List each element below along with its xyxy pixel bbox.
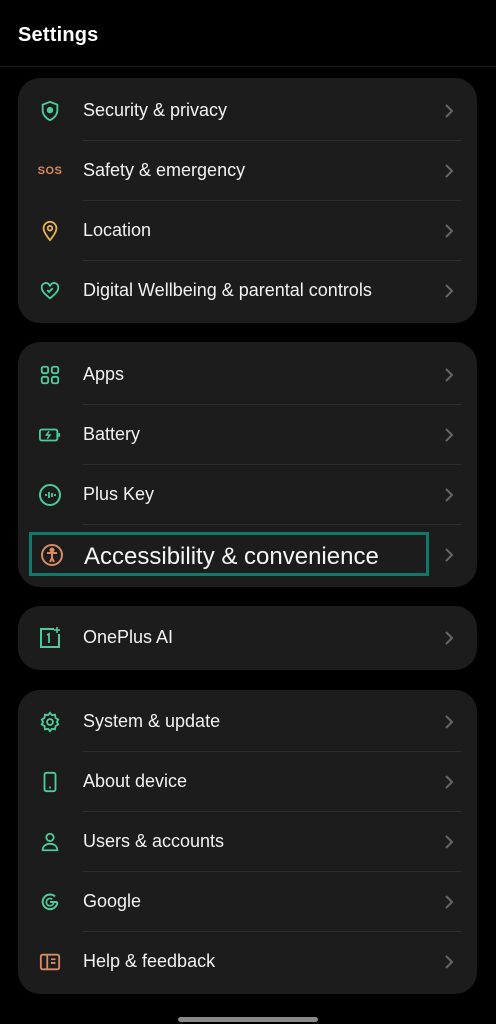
user-icon [38,830,62,854]
chevron-right-icon [445,368,454,382]
item-label: Battery [83,424,141,444]
shield-icon [38,99,62,123]
chevron-right-icon [445,224,454,238]
location-pin-icon [38,219,62,243]
chevron-right-icon [445,284,454,298]
battery-icon [38,423,62,447]
chevron-right-icon [445,895,454,909]
chevron-right-icon [445,428,454,442]
settings-item-oneplus-ai[interactable]: OnePlus AI [18,608,477,668]
settings-item-system-update[interactable]: System & update [18,692,477,752]
home-indicator[interactable] [178,1017,318,1022]
top-bar: Settings [0,0,496,67]
settings-item-location[interactable]: Location [18,201,477,261]
page-title: Settings [18,24,99,46]
settings-item-safety-emergency[interactable]: SOS Safety & emergency [18,141,477,201]
google-icon [38,890,62,914]
oneplus-ai-icon [38,626,62,650]
accessibility-icon [41,544,63,566]
chevron-right-icon [445,104,454,118]
chevron-right-icon [445,164,454,178]
chevron-right-icon [445,775,454,789]
settings-item-digital-wellbeing[interactable]: Digital Wellbeing & parental controls [18,261,477,321]
item-label: Safety & emergency [83,160,246,180]
settings-item-about-device[interactable]: About device [18,752,477,812]
settings-item-google[interactable]: Google [18,872,477,932]
chevron-right-icon [445,955,454,969]
item-label: Plus Key [83,484,155,504]
chevron-right-icon [445,835,454,849]
item-label: About device [83,771,188,791]
phone-icon [38,770,62,794]
wellbeing-icon [38,279,62,303]
item-label: Apps [83,364,125,384]
chevron-right-icon [445,715,454,729]
item-label: Users & accounts [83,831,225,851]
settings-group-1: Security & privacy SOS Safety & emergenc… [18,78,477,323]
settings-item-plus-key[interactable]: Plus Key [18,465,477,525]
sos-icon: SOS [37,165,63,177]
item-label: Help & feedback [83,951,216,971]
chevron-right-icon [445,488,454,502]
item-label: Google [83,891,142,911]
item-label: Location [83,220,152,240]
chevron-right-icon [445,631,454,645]
settings-group-3: OnePlus AI [18,606,477,670]
settings-item-help-feedback[interactable]: Help & feedback [18,932,477,992]
apps-grid-icon [38,363,62,387]
accessibility-highlight-box[interactable]: Accessibility & convenience [29,532,429,576]
help-book-icon [38,950,62,974]
settings-group-4: System & update About device Users & acc… [18,690,477,994]
item-label: System & update [83,711,221,731]
settings-item-users-accounts[interactable]: Users & accounts [18,812,477,872]
plus-key-icon [38,483,62,507]
gear-icon [38,710,62,734]
accessibility-label: Accessibility & convenience [84,543,379,570]
settings-item-security-privacy[interactable]: Security & privacy [18,81,477,141]
settings-item-battery[interactable]: Battery [18,405,477,465]
chevron-right-icon [445,548,454,562]
settings-item-apps[interactable]: Apps [18,345,477,405]
item-label: Security & privacy [83,100,228,120]
item-label: OnePlus AI [83,627,174,647]
item-label: Digital Wellbeing & parental controls [83,280,372,300]
